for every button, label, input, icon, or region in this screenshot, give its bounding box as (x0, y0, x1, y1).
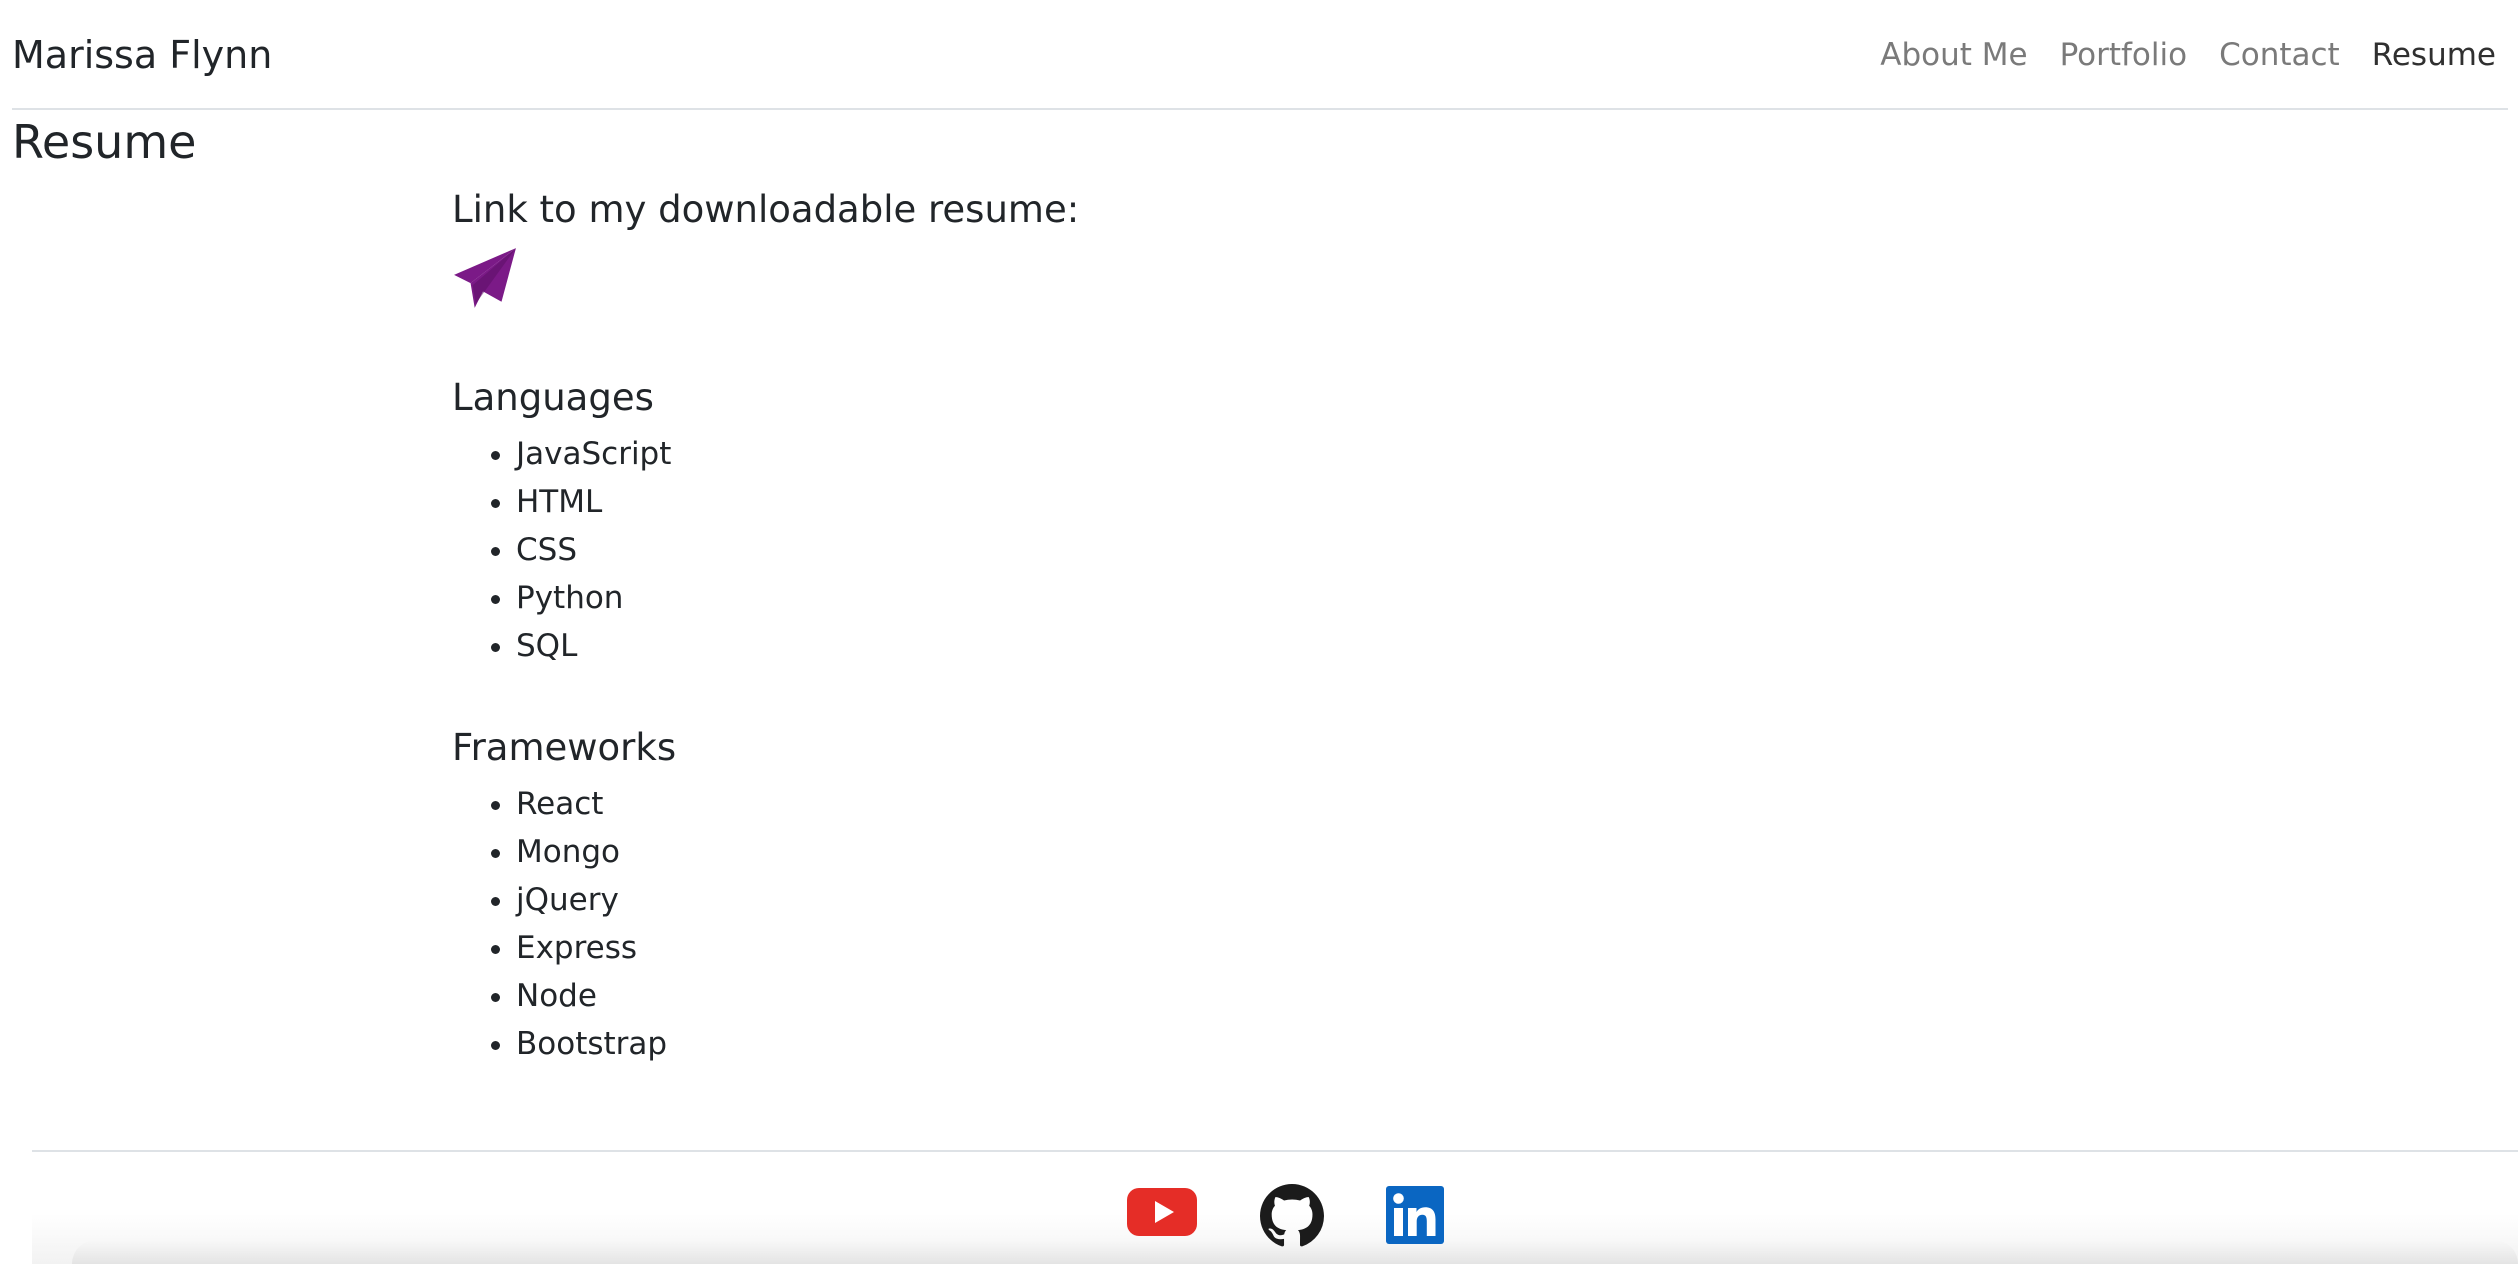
list-item: Bootstrap (516, 1020, 1952, 1068)
linkedin-icon (1386, 1186, 1444, 1244)
list-item: Python (516, 574, 1952, 622)
nav-item-portfolio: Portfolio (2044, 32, 2204, 78)
languages-section: Languages JavaScript HTML CSS Python SQL (452, 368, 1952, 670)
nav-link-about-me[interactable]: About Me (1864, 37, 2043, 73)
github-icon (1260, 1184, 1324, 1247)
navbar: Marissa Flynn About Me Portfolio Contact… (12, 0, 2508, 110)
list-item: Express (516, 924, 1952, 972)
nav-item-resume: Resume (2356, 32, 2508, 78)
list-item: JavaScript (516, 430, 1952, 478)
page: Marissa Flynn About Me Portfolio Contact… (0, 0, 2518, 1264)
list-item: Node (516, 972, 1952, 1020)
nav-link-resume[interactable]: Resume (2356, 37, 2508, 73)
youtube-icon (1127, 1188, 1197, 1236)
brand-link[interactable]: Marissa Flynn (12, 30, 272, 80)
download-resume-link[interactable] (452, 246, 522, 316)
list-item: Mongo (516, 828, 1952, 876)
list-item: CSS (516, 526, 1952, 574)
list-item: SQL (516, 622, 1952, 670)
resume-content: Link to my downloadable resume: Language… (452, 180, 1952, 1068)
list-item: React (516, 780, 1952, 828)
nav-link-contact[interactable]: Contact (2203, 37, 2356, 73)
frameworks-list: React Mongo jQuery Express Node Bootstra… (452, 780, 1952, 1068)
page-title: Resume (12, 115, 197, 169)
resume-link-heading: Link to my downloadable resume: (452, 188, 1080, 231)
list-item: HTML (516, 478, 1952, 526)
github-link[interactable] (1260, 1184, 1324, 1248)
nav-item-about: About Me (1864, 32, 2043, 78)
linkedin-link[interactable] (1386, 1186, 1444, 1244)
frameworks-heading: Frameworks (452, 726, 677, 769)
frameworks-section: Frameworks React Mongo jQuery Express No… (452, 718, 1952, 1068)
languages-heading: Languages (452, 376, 654, 419)
nav-link-portfolio[interactable]: Portfolio (2044, 37, 2204, 73)
youtube-link[interactable] (1127, 1186, 1197, 1238)
nav-item-contact: Contact (2203, 32, 2356, 78)
nav-links: About Me Portfolio Contact Resume (1864, 32, 2508, 78)
footer (32, 1150, 2518, 1264)
languages-list: JavaScript HTML CSS Python SQL (452, 430, 1952, 670)
paper-plane-icon (454, 248, 516, 308)
list-item: jQuery (516, 876, 1952, 924)
